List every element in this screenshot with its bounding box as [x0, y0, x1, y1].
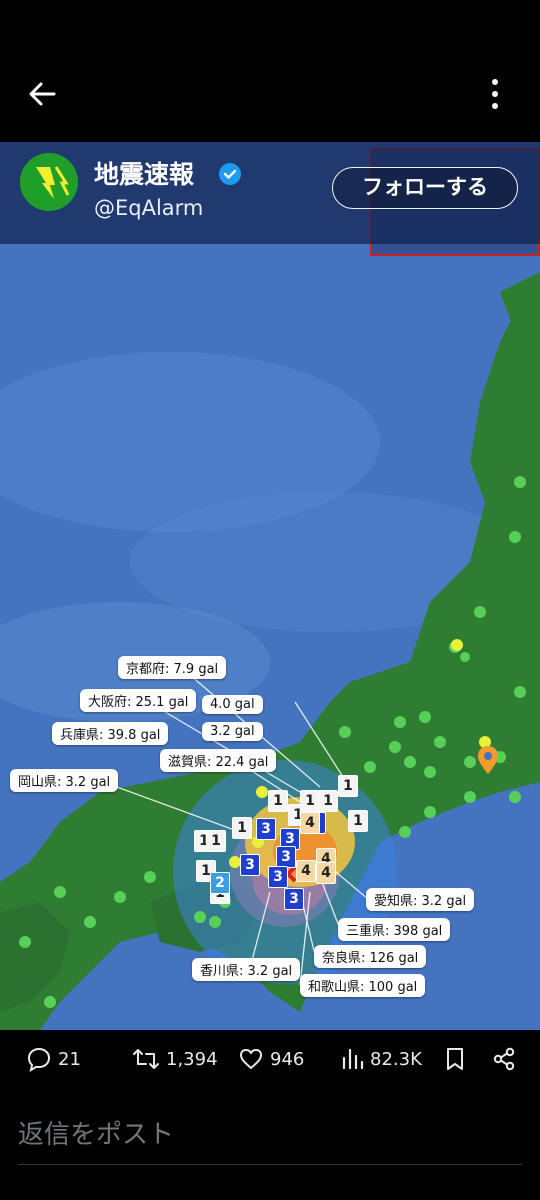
verified-badge-icon: [219, 163, 241, 185]
like-action[interactable]: 946: [238, 1044, 304, 1074]
reply-count: 21: [58, 1048, 81, 1070]
avatar[interactable]: [20, 153, 78, 211]
reply-bubble-icon: [27, 1047, 51, 1072]
intensity-marker: 1: [338, 775, 358, 797]
account-handle: @EqAlarm: [94, 196, 204, 220]
intensity-marker: 1: [232, 817, 252, 839]
repost-action[interactable]: 1,394: [132, 1044, 218, 1074]
view-count: 82.3K: [370, 1048, 422, 1070]
reply-input[interactable]: [18, 1112, 522, 1158]
intensity-marker: 1: [268, 790, 288, 812]
more-options-button[interactable]: [480, 76, 510, 112]
location-pin-icon: [478, 746, 498, 774]
bookmark-icon: [447, 1048, 463, 1070]
gal-label: 奈良県: 126 gal: [314, 945, 427, 968]
gal-label: 三重県: 398 gal: [338, 918, 451, 941]
intensity-marker: 3: [276, 846, 296, 868]
gal-label: 大阪府: 25.1 gal: [80, 689, 197, 712]
bookmark-action[interactable]: [444, 1044, 466, 1074]
back-button[interactable]: [24, 76, 60, 112]
share-icon: [493, 1047, 515, 1071]
heart-icon: [240, 1049, 262, 1069]
intensity-marker: 4: [316, 862, 336, 884]
display-name[interactable]: 地震速報: [94, 155, 194, 191]
intensity-marker: 3: [284, 888, 304, 910]
intensity-marker: 1: [318, 790, 338, 812]
repost-arrows-icon: [133, 1049, 159, 1069]
gal-label: 和歌山県: 100 gal: [300, 974, 426, 997]
intensity-marker: 3: [256, 818, 276, 840]
gal-label: 香川県: 3.2 gal: [192, 958, 301, 981]
intensity-marker: 2: [210, 872, 230, 894]
share-action[interactable]: [492, 1044, 516, 1074]
back-arrow-icon: [29, 82, 56, 106]
repost-count: 1,394: [166, 1048, 218, 1070]
intensity-marker: 3: [268, 866, 288, 888]
gal-label: 京都府: 7.9 gal: [118, 656, 227, 679]
views-action[interactable]: 82.3K: [340, 1044, 422, 1074]
follow-button[interactable]: フォローする: [332, 167, 518, 209]
gal-label: 兵庫県: 39.8 gal: [52, 722, 169, 745]
gal-label: 3.2 gal: [202, 722, 263, 741]
reply-action[interactable]: 21: [26, 1044, 81, 1074]
reply-composer: [18, 1112, 522, 1165]
intensity-marker: 3: [240, 854, 260, 876]
gal-label: 滋賀県: 22.4 gal: [160, 749, 277, 772]
intensity-marker: 4: [296, 860, 316, 882]
lightning-logo-icon: [20, 153, 78, 211]
top-bar: [0, 0, 540, 142]
vertical-dots-icon: [492, 79, 498, 109]
gal-label: 岡山県: 3.2 gal: [10, 769, 119, 792]
like-count: 946: [270, 1048, 305, 1070]
gal-label: 4.0 gal: [202, 695, 263, 714]
intensity-marker: 1: [206, 830, 226, 852]
intensity-marker: 4: [300, 812, 320, 834]
gal-label: 愛知県: 3.2 gal: [366, 888, 475, 911]
earthquake-map-image[interactable]: 11111111111333333324444 京都府: 7.9 gal大阪府:…: [0, 142, 540, 1030]
intensity-marker: 1: [348, 810, 368, 832]
views-bar-chart-icon: [342, 1048, 364, 1070]
